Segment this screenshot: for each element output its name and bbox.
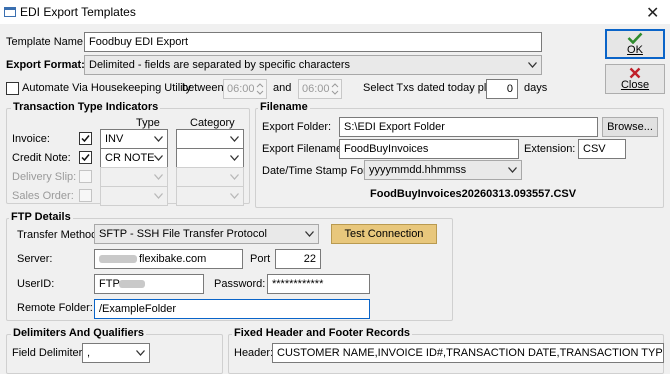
chevron-down-icon: [228, 149, 240, 167]
transaction-types-title: Transaction Type Indicators: [11, 101, 161, 113]
credit-note-checkbox[interactable]: [79, 151, 92, 164]
chevron-down-icon: [526, 56, 538, 74]
field-delimiter-value: ,: [87, 347, 91, 359]
template-name-label: Template Name:: [6, 36, 87, 48]
chevron-down-icon: [228, 130, 240, 148]
ok-label: OK: [627, 44, 643, 56]
export-format-label: Export Format:: [6, 59, 85, 71]
invoice-checkbox[interactable]: [79, 132, 92, 145]
delivery-slip-type-select[interactable]: [100, 167, 168, 187]
chevron-down-icon: [152, 187, 164, 205]
invoice-type-select[interactable]: INV: [100, 129, 168, 149]
server-value: flexibake.com: [139, 253, 207, 265]
export-format-value: Delimited - fields are separated by spec…: [89, 59, 351, 71]
sales-order-checkbox[interactable]: [79, 189, 92, 202]
chevron-down-icon: [152, 130, 164, 148]
x-icon: [629, 67, 641, 79]
automate-checkbox[interactable]: [6, 82, 19, 95]
export-folder-input[interactable]: S:\EDI Export Folder: [339, 117, 598, 137]
export-filename-label: Export Filename:: [262, 143, 346, 155]
checkmark-icon: [81, 135, 90, 143]
sales-order-type-select[interactable]: [100, 186, 168, 206]
sales-order-label: Sales Order:: [12, 190, 74, 202]
userid-label: UserID:: [17, 278, 55, 290]
transfer-method-select[interactable]: SFTP - SSH File Transfer Protocol: [94, 224, 319, 244]
chevron-down-icon: [506, 161, 518, 179]
days-input[interactable]: 0: [486, 79, 518, 99]
password-label: Password:: [214, 278, 266, 290]
delimiters-title: Delimiters And Qualifiers: [11, 327, 147, 339]
server-label: Server:: [17, 253, 53, 265]
chevron-down-icon: [152, 149, 164, 167]
transfer-method-label: Transfer Method:: [17, 229, 101, 241]
between-label: between: [182, 82, 224, 94]
header-label: Header:: [234, 347, 274, 359]
export-folder-label: Export Folder:: [262, 121, 332, 133]
time-end-spinner[interactable]: 06:00: [298, 79, 342, 99]
password-input[interactable]: ************: [267, 274, 370, 294]
delivery-slip-label: Delivery Slip:: [12, 171, 77, 183]
field-delimiter-select[interactable]: ,: [82, 343, 150, 363]
chevron-down-icon: [134, 344, 146, 362]
spinner-arrows-icon: [256, 83, 264, 95]
spinner-arrows-icon: [331, 83, 339, 95]
redacted-blur: [119, 280, 145, 288]
chevron-down-icon: [152, 168, 164, 186]
time-start-spinner[interactable]: 06:00: [223, 79, 267, 99]
days-label: days: [524, 82, 548, 94]
ok-button[interactable]: OK: [605, 29, 665, 59]
credit-note-label: Credit Note:: [12, 152, 71, 164]
invoice-category-select[interactable]: [176, 129, 244, 149]
delivery-slip-checkbox[interactable]: [79, 170, 92, 183]
chevron-down-icon: [228, 187, 240, 205]
browse-button[interactable]: Browse...: [602, 117, 658, 137]
export-filename-input[interactable]: FoodBuyInvoices: [339, 139, 519, 159]
server-input[interactable]: flexibake.com: [94, 249, 243, 269]
extension-label: Extension:: [524, 143, 576, 155]
sales-order-category-select[interactable]: [176, 186, 244, 206]
credit-note-type-select[interactable]: CR NOTE: [100, 148, 168, 168]
checkmark-icon: [81, 154, 90, 162]
redacted-blur: [99, 255, 137, 263]
time-end-value: 06:00: [302, 83, 330, 95]
window-title: EDI Export Templates: [20, 5, 136, 19]
credit-note-type-value: CR NOTE: [105, 152, 155, 164]
remote-folder-label: Remote Folder:: [17, 302, 93, 314]
userid-value: FTP: [99, 278, 120, 290]
invoice-label: Invoice:: [12, 133, 50, 145]
type-header: Type: [136, 117, 160, 129]
window-close-icon[interactable]: ✕: [646, 3, 659, 23]
header-footer-title: Fixed Header and Footer Records: [232, 327, 413, 339]
filename-preview: FoodBuyInvoices20260313.093557.CSV: [370, 188, 577, 200]
time-start-value: 06:00: [227, 83, 255, 95]
and-label: and: [273, 82, 292, 94]
invoice-type-value: INV: [105, 133, 124, 145]
date-stamp-value: yyyymmdd.hhmmss: [369, 164, 467, 176]
ftp-details-title: FTP Details: [9, 211, 73, 223]
port-input[interactable]: 22: [275, 249, 321, 269]
delivery-slip-category-select[interactable]: [176, 167, 244, 187]
transfer-method-value: SFTP - SSH File Transfer Protocol: [99, 228, 267, 240]
test-connection-button[interactable]: Test Connection: [331, 224, 437, 244]
close-button[interactable]: Close: [605, 64, 665, 94]
txs-label: Select Txs dated today plus: [363, 82, 498, 94]
export-format-select[interactable]: Delimited - fields are separated by spec…: [84, 55, 542, 75]
extension-input[interactable]: CSV: [578, 139, 626, 159]
userid-input[interactable]: FTP: [94, 274, 204, 294]
category-header: Category: [190, 117, 235, 129]
chevron-down-icon: [303, 225, 315, 243]
remote-folder-input[interactable]: /ExampleFolder: [94, 299, 370, 319]
template-name-input[interactable]: Foodbuy EDI Export: [84, 32, 542, 52]
app-icon: [4, 7, 16, 17]
filename-title: Filename: [258, 101, 310, 113]
port-label: Port: [250, 253, 271, 265]
close-label: Close: [620, 79, 650, 91]
automate-label: Automate Via Housekeeping Utility: [22, 82, 192, 94]
chevron-down-icon: [228, 168, 240, 186]
credit-note-category-select[interactable]: [176, 148, 244, 168]
header-input[interactable]: CUSTOMER NAME,INVOICE ID#,TRANSACTION DA…: [272, 343, 664, 363]
field-delimiter-label: Field Delimiter:: [12, 347, 86, 359]
checkmark-icon: [627, 32, 643, 44]
date-stamp-select[interactable]: yyyymmdd.hhmmss: [364, 160, 522, 180]
